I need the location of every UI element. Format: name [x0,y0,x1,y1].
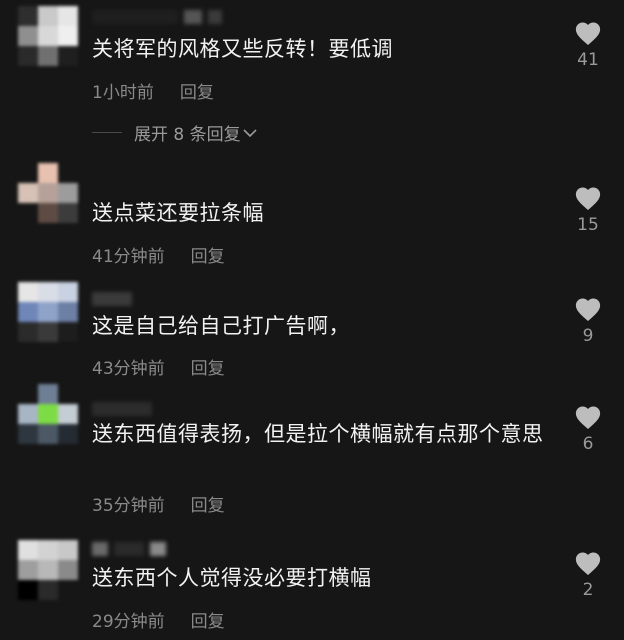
reply-button[interactable]: 回复 [180,78,214,103]
reply-button[interactable]: 回复 [191,607,225,632]
like-button[interactable]: 6 [566,404,610,454]
username-blurred[interactable] [92,10,222,26]
comment-text: 这是自己给自己打广告啊， [92,314,350,338]
heart-icon [575,552,601,576]
heart-icon [575,406,601,430]
username-blurred[interactable] [92,292,132,308]
divider-line [92,132,122,133]
avatar[interactable] [18,6,78,66]
heart-icon [575,22,601,46]
comment-meta: 35分钟前 回复 [92,491,225,516]
heart-icon [575,298,601,322]
expand-replies-button[interactable]: 展开 8 条回复 [92,120,257,145]
reply-button[interactable]: 回复 [191,491,225,516]
comment-time: 35分钟前 [92,496,165,516]
comment-text: 送点菜还要拉条幅 [92,201,264,225]
comment-meta: 29分钟前 回复 [92,607,225,632]
reply-button[interactable]: 回复 [191,354,225,379]
like-count: 2 [582,580,594,600]
comment-time: 1小时前 [92,83,154,103]
like-count: 15 [577,215,599,235]
avatar[interactable] [18,282,78,342]
chevron-down-icon [243,128,257,137]
like-count: 41 [577,50,599,70]
like-button[interactable]: 9 [566,296,610,346]
username-blurred[interactable] [92,542,166,558]
reply-button[interactable]: 回复 [191,242,225,267]
avatar[interactable] [18,540,78,600]
avatar[interactable] [18,384,78,444]
like-count: 9 [582,326,594,346]
username-blurred[interactable] [92,402,152,418]
like-button[interactable]: 15 [566,185,610,235]
comment-time: 41分钟前 [92,247,165,267]
comment-meta: 43分钟前 回复 [92,354,225,379]
heart-icon [575,187,601,211]
comment-time: 29分钟前 [92,612,165,632]
comment-text: 送东西个人觉得没必要打横幅 [92,566,372,590]
expand-replies-label: 展开 8 条回复 [134,125,241,145]
comment-meta: 1小时前 回复 [92,78,214,103]
avatar[interactable] [18,163,78,223]
like-button[interactable]: 2 [566,550,610,600]
comment-meta: 41分钟前 回复 [92,242,225,267]
comment-text: 关将军的风格又些反转！要低调 [92,37,393,61]
like-button[interactable]: 41 [566,20,610,70]
comment-time: 43分钟前 [92,359,165,379]
comment-text: 送东西值得表扬，但是拉个横幅就有点那个意思 [92,422,544,446]
like-count: 6 [582,434,594,454]
